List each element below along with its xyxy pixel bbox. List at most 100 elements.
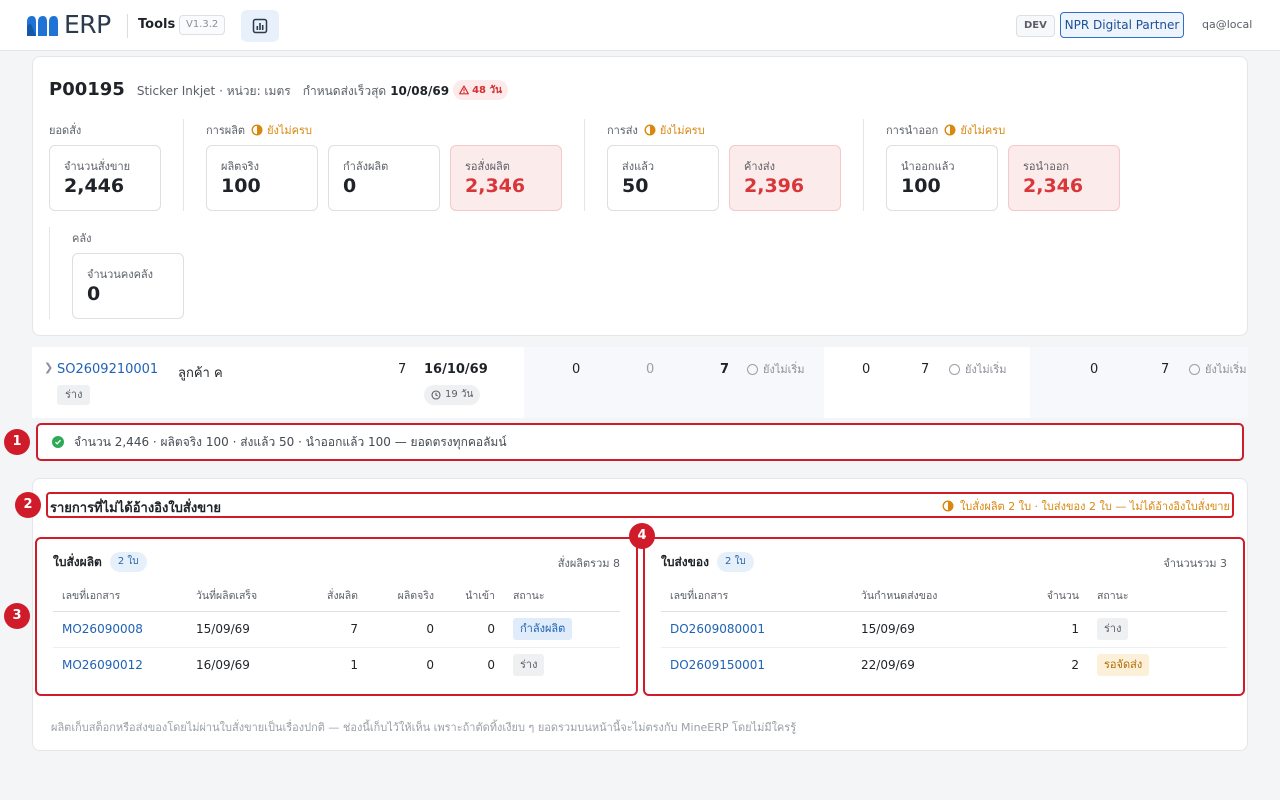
table-row[interactable]: MO26090008 15/09/69 7 0 0 กำลังผลิต — [53, 611, 620, 648]
chevron-right-icon[interactable]: ❯ — [44, 361, 53, 374]
so-status-badge: ร่าง — [57, 385, 91, 405]
col-qty: จำนวน — [998, 581, 1088, 612]
panel-total: จำนวนรวม 3 — [1163, 557, 1227, 570]
stat-value: 2,446 — [64, 175, 125, 197]
production-orders-panel: ใบสั่งผลิต 2 ใบ สั่งผลิตรวม 8 เลขที่เอกส… — [35, 537, 638, 696]
doc-link[interactable]: MO26090008 — [62, 622, 143, 636]
stat-delivered: ส่งแล้ว 50 — [607, 145, 719, 211]
product-code: P00195 — [49, 79, 125, 100]
env-badge: DEV — [1016, 15, 1055, 37]
so-prod-a: 0 — [572, 362, 581, 377]
stat-label: จำนวนสั่งขาย — [64, 160, 131, 173]
cell-produced: 0 — [426, 658, 434, 673]
chart-button[interactable] — [241, 10, 279, 42]
delivery-status-text: ยังไม่ครบ — [659, 124, 705, 137]
so-out-status: ยังไม่เริ่ม — [1189, 360, 1247, 378]
group-divider — [863, 119, 864, 211]
stat-produced: ผลิตจริง 100 — [206, 145, 318, 211]
production-group-label: การผลิต ยังไม่ครบ — [206, 121, 312, 139]
so-out-a: 0 — [1090, 362, 1099, 377]
so-ship-status: ยังไม่เริ่ม — [949, 360, 1007, 378]
col-imported: นำเข้า — [443, 581, 504, 612]
product-meta: Sticker Inkjet · หน่วย: เมตร — [136, 84, 291, 98]
so-prod-b: 0 — [646, 362, 655, 377]
stat-value: 50 — [622, 175, 649, 197]
section-warning-text: ใบสั่งผลิต 2 ใบ · ใบส่งของ 2 ใบ — ไม่ได้… — [959, 500, 1230, 513]
col-ordered: สั่งผลิต — [297, 581, 367, 612]
bar-chart-icon — [252, 18, 268, 34]
orders-group-label: ยอดสั่ง — [49, 121, 81, 139]
export-status: ยังไม่ครบ — [944, 121, 1005, 139]
app-name: Tools — [138, 17, 176, 32]
stat-value: 2,346 — [1023, 175, 1084, 197]
doc-link[interactable]: DO2609150001 — [670, 658, 765, 672]
sales-order-row[interactable]: ❯ SO2609210001 ร่าง ลูกค้า ค 7 16/10/69 … — [32, 347, 1248, 418]
user-account[interactable]: qa@local — [1202, 18, 1252, 31]
cell-ordered: 1 — [350, 658, 358, 673]
count-pill: 2 ใบ — [716, 552, 754, 572]
col-produced: ผลิตจริง — [367, 581, 443, 612]
so-days-text: 19 วัน — [445, 389, 474, 400]
so-out-status-text: ยังไม่เริ่ม — [1205, 363, 1247, 376]
table-row[interactable]: MO26090012 16/09/69 1 0 0 ร่าง — [53, 647, 620, 683]
so-due-date: 16/10/69 — [424, 362, 488, 377]
partner-button[interactable]: NPR Digital Partner — [1060, 12, 1184, 38]
stat-label: นำออกแล้ว — [901, 160, 955, 173]
stat-label: ค้างส่ง — [744, 160, 775, 173]
check-circle-icon — [52, 436, 64, 448]
count-pill: 2 ใบ — [109, 552, 147, 572]
cell-date: 22/09/69 — [861, 658, 915, 673]
production-orders-table: เลขที่เอกสาร วันที่ผลิตเสร็จ สั่งผลิต ผล… — [53, 581, 620, 683]
orders-label: ยอดสั่ง — [49, 124, 82, 137]
so-out-b: 7 — [1161, 362, 1170, 377]
col-finish-date: วันที่ผลิตเสร็จ — [187, 581, 297, 612]
top-bar: ERP Tools V1.3.2 DEV NPR Digital Partner… — [0, 0, 1280, 51]
footnote: ผลิตเก็บสต็อกหรือส่งของโดยไม่ผ่านใบสั่งข… — [51, 721, 797, 734]
empty-circle-icon — [1189, 363, 1200, 375]
cell-ordered: 7 — [297, 611, 367, 648]
stat-label: รอนำออก — [1023, 160, 1070, 173]
so-customer: ลูกค้า ค — [178, 366, 223, 381]
doc-link[interactable]: DO2609080001 — [670, 622, 765, 636]
column-shade — [524, 347, 824, 418]
brand-name: ERP — [64, 10, 111, 39]
reconciliation-summary: จำนวน 2,446 · ผลิตจริง 100 · ส่งแล้ว 50 … — [36, 423, 1244, 461]
export-status-text: ยังไม่ครบ — [960, 124, 1006, 137]
half-circle-icon — [251, 124, 263, 136]
status-badge: ร่าง — [1097, 618, 1129, 640]
product-card: P00195 Sticker Inkjet · หน่วย: เมตร กำหน… — [32, 56, 1248, 336]
cell-qty: 1 — [998, 611, 1088, 648]
col-doc: เลขที่เอกสาร — [661, 581, 852, 612]
clock-icon — [431, 390, 441, 400]
table-row[interactable]: DO2609080001 15/09/69 1 ร่าง — [661, 611, 1227, 648]
doc-link[interactable]: MO26090012 — [62, 658, 143, 672]
stat-ordered: จำนวนสั่งขาย 2,446 — [49, 145, 161, 211]
app-logo[interactable]: ERP — [25, 12, 111, 38]
half-circle-icon — [942, 500, 954, 512]
stat-value: 100 — [901, 175, 941, 197]
production-status-text: ยังไม่ครบ — [267, 124, 312, 137]
col-doc: เลขที่เอกสาร — [53, 581, 187, 612]
stat-label: รอสั่งผลิต — [465, 160, 510, 173]
so-number-link[interactable]: SO2609210001 — [57, 362, 158, 377]
so-ship-status-text: ยังไม่เริ่ม — [965, 363, 1007, 376]
cell-date: 15/09/69 — [187, 611, 297, 648]
empty-circle-icon — [747, 363, 758, 375]
annotation-marker-4: 4 — [629, 523, 655, 549]
stat-label: ส่งแล้ว — [622, 160, 655, 173]
annotation-marker-2: 2 — [15, 492, 41, 518]
so-qty: 7 — [398, 362, 407, 377]
col-due-date: วันกำหนดส่งของ — [852, 581, 998, 612]
cell-imported: 0 — [443, 611, 504, 648]
table-row[interactable]: DO2609150001 22/09/69 2 รอจัดส่ง — [661, 647, 1227, 683]
status-badge: กำลังผลิต — [513, 618, 573, 640]
cell-produced: 0 — [367, 611, 443, 648]
column-shade — [1030, 347, 1248, 418]
status-badge: รอจัดส่ง — [1097, 654, 1150, 677]
panel-total: สั่งผลิตรวม 8 — [557, 557, 620, 570]
panel-header: ใบสั่งผลิต 2 ใบ — [53, 552, 147, 572]
product-header: P00195 Sticker Inkjet · หน่วย: เมตร กำหน… — [49, 79, 508, 101]
stock-label: คลัง — [72, 232, 92, 245]
stat-label: จำนวนคงคลัง — [87, 268, 154, 281]
stat-awaiting-export: รอนำออก 2,346 — [1008, 145, 1120, 211]
